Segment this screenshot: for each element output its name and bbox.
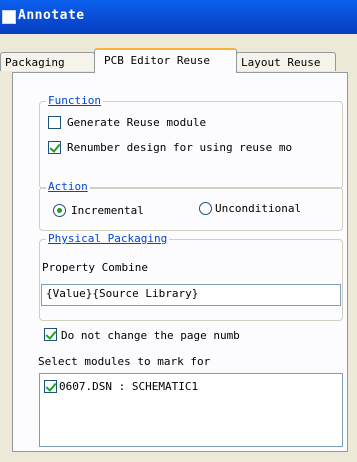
- generate-reuse-module-checkbox[interactable]: [48, 116, 61, 129]
- incremental-label[interactable]: Incremental: [71, 204, 144, 217]
- window-icon: [2, 10, 16, 24]
- module-item-label[interactable]: 0607.DSN : SCHEMATIC1: [59, 380, 198, 393]
- property-combine-input[interactable]: {Value}{Source Library}: [41, 284, 341, 306]
- tab-strip: Packaging PCB Editor Reuse Layout Reuse: [0, 48, 357, 74]
- property-combine-label: Property Combine: [42, 261, 148, 274]
- modules-listbox[interactable]: 0607.DSN : SCHEMATIC1: [39, 373, 343, 447]
- tab-pcb-editor-reuse[interactable]: PCB Editor Reuse: [94, 48, 237, 73]
- unconditional-label[interactable]: Unconditional: [215, 202, 335, 215]
- renumber-design-label[interactable]: Renumber design for using reuse mo: [67, 141, 292, 154]
- renumber-design-checkbox[interactable]: [48, 141, 61, 154]
- window-title: Annotate: [18, 8, 85, 23]
- unconditional-radio[interactable]: [199, 202, 212, 215]
- function-legend: Function: [46, 94, 103, 107]
- do-not-change-page-number-checkbox[interactable]: [44, 328, 57, 341]
- tab-packaging[interactable]: Packaging: [0, 52, 95, 71]
- module-item-checkbox[interactable]: [44, 380, 57, 393]
- tab-layout-reuse[interactable]: Layout Reuse: [236, 52, 336, 71]
- tab-panel: Function Generate Reuse module Renumber …: [12, 72, 348, 452]
- do-not-change-page-number-label[interactable]: Do not change the page numb: [61, 329, 240, 342]
- generate-reuse-module-label[interactable]: Generate Reuse module: [67, 116, 206, 129]
- physical-packaging-group: Physical Packaging Property Combine {Val…: [39, 232, 343, 321]
- select-modules-label: Select modules to mark for: [38, 355, 211, 368]
- title-bar: Annotate: [0, 0, 357, 34]
- action-legend: Action: [46, 180, 90, 193]
- action-group: Action Incremental Unconditional: [39, 180, 343, 231]
- incremental-radio[interactable]: [53, 204, 66, 217]
- function-group: Function Generate Reuse module Renumber …: [39, 94, 343, 189]
- physical-packaging-legend: Physical Packaging: [46, 232, 170, 245]
